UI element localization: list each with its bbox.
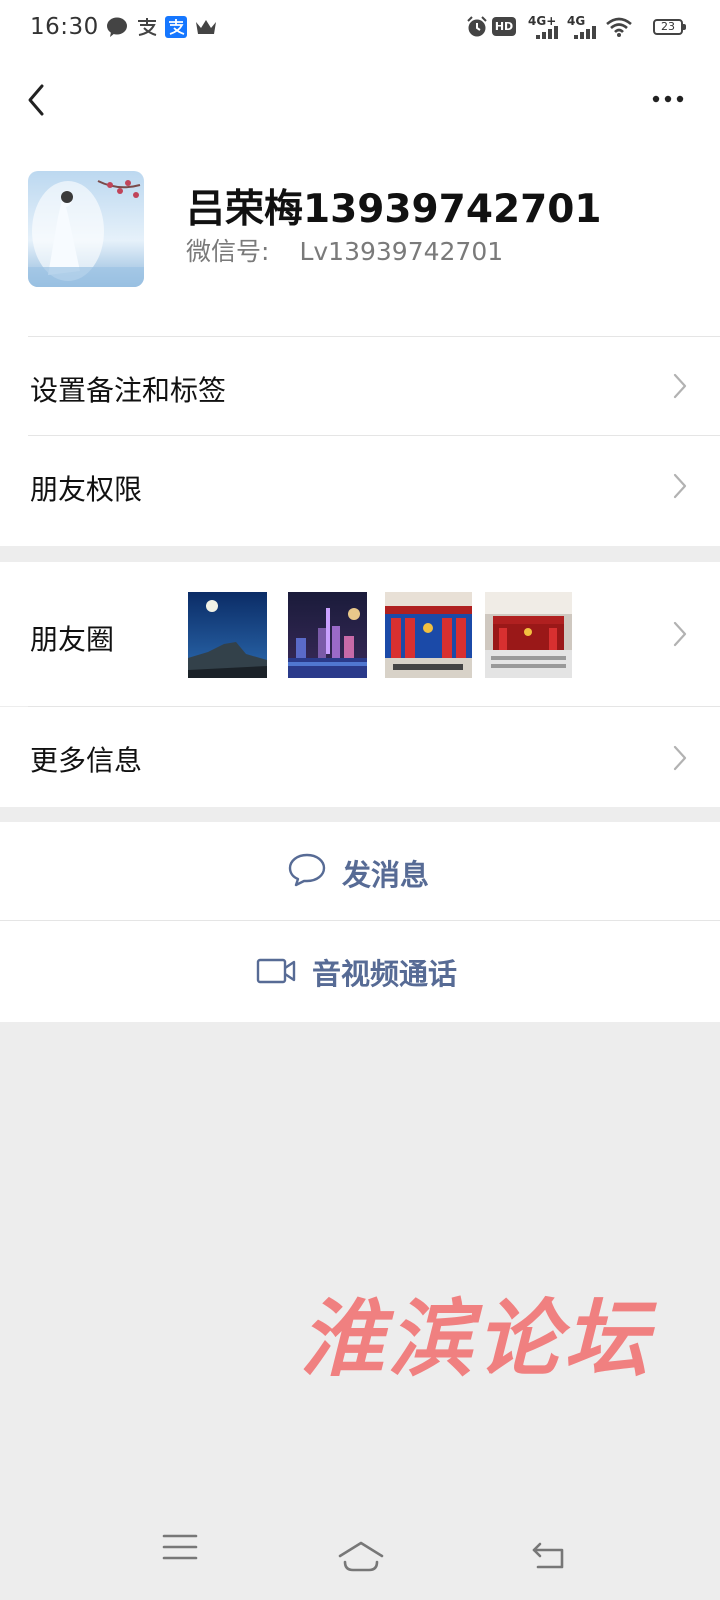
send-message-button[interactable]: 发消息 xyxy=(0,822,720,920)
back-nav-icon[interactable] xyxy=(530,1540,568,1570)
chevron-right-icon xyxy=(673,373,687,399)
home-icon[interactable] xyxy=(337,1540,385,1572)
alarm-icon xyxy=(467,16,487,37)
remark-tags-label: 设置备注和标签 xyxy=(30,374,227,407)
profile-section: 吕荣梅13939742701 微信号: Lv13939742701 设置备注和标签… xyxy=(0,56,720,546)
signal-icon-2 xyxy=(574,26,596,39)
contact-name: 吕荣梅13939742701 xyxy=(186,187,602,232)
more-info-row[interactable]: 更多信息 xyxy=(0,707,720,807)
crown-icon xyxy=(196,20,216,34)
wechat-notification-icon xyxy=(107,17,127,37)
alipay-outline-icon xyxy=(138,18,157,36)
chevron-right-icon xyxy=(673,621,687,647)
chevron-right-icon xyxy=(673,745,687,771)
status-time: 16:30 xyxy=(30,14,99,40)
more-dots-icon[interactable] xyxy=(650,86,686,112)
avatar[interactable] xyxy=(28,171,144,287)
moments-label: 朋友圈 xyxy=(30,623,115,656)
wechat-id-label: 微信号: xyxy=(186,237,270,266)
watermark: 淮滨论坛 xyxy=(300,1289,653,1388)
hd-badge: HD xyxy=(492,17,516,36)
alipay-icon xyxy=(165,16,187,38)
chevron-left-icon[interactable] xyxy=(22,80,52,120)
moments-thumbnail xyxy=(288,592,367,678)
send-message-label: 发消息 xyxy=(342,858,430,892)
video-call-button[interactable]: 音视频通话 xyxy=(0,921,720,1022)
video-camera-icon xyxy=(256,958,296,984)
moments-row[interactable]: 朋友圈 xyxy=(0,562,720,706)
wechat-id-row: 微信号: Lv13939742701 xyxy=(186,232,503,268)
moments-thumbnail xyxy=(485,592,572,678)
battery-indicator: 23 xyxy=(653,19,686,35)
chevron-right-icon xyxy=(673,473,687,499)
status-bar: 16:30 HD 4G+ 4G 23 xyxy=(0,0,720,56)
wifi-icon xyxy=(606,17,632,37)
chat-bubble-icon xyxy=(288,853,326,887)
more-info-label: 更多信息 xyxy=(30,744,143,777)
remark-tags-row[interactable]: 设置备注和标签 xyxy=(0,337,720,435)
hd-label: HD xyxy=(494,20,514,33)
wechat-id-value: Lv13939742701 xyxy=(299,237,504,266)
menu-icon[interactable] xyxy=(162,1532,198,1562)
friend-permissions-row[interactable]: 朋友权限 xyxy=(0,436,720,536)
section-gap xyxy=(0,546,720,562)
signal-icon-1 xyxy=(536,26,558,39)
moments-thumbnail xyxy=(188,592,267,678)
video-call-label: 音视频通话 xyxy=(312,957,458,991)
section-gap xyxy=(0,807,720,822)
contact-profile-page: 16:30 HD 4G+ 4G 23 吕荣梅13939742701 微信号: L… xyxy=(0,0,720,1600)
friend-permissions-label: 朋友权限 xyxy=(30,473,143,506)
moments-thumbnail xyxy=(385,592,472,678)
